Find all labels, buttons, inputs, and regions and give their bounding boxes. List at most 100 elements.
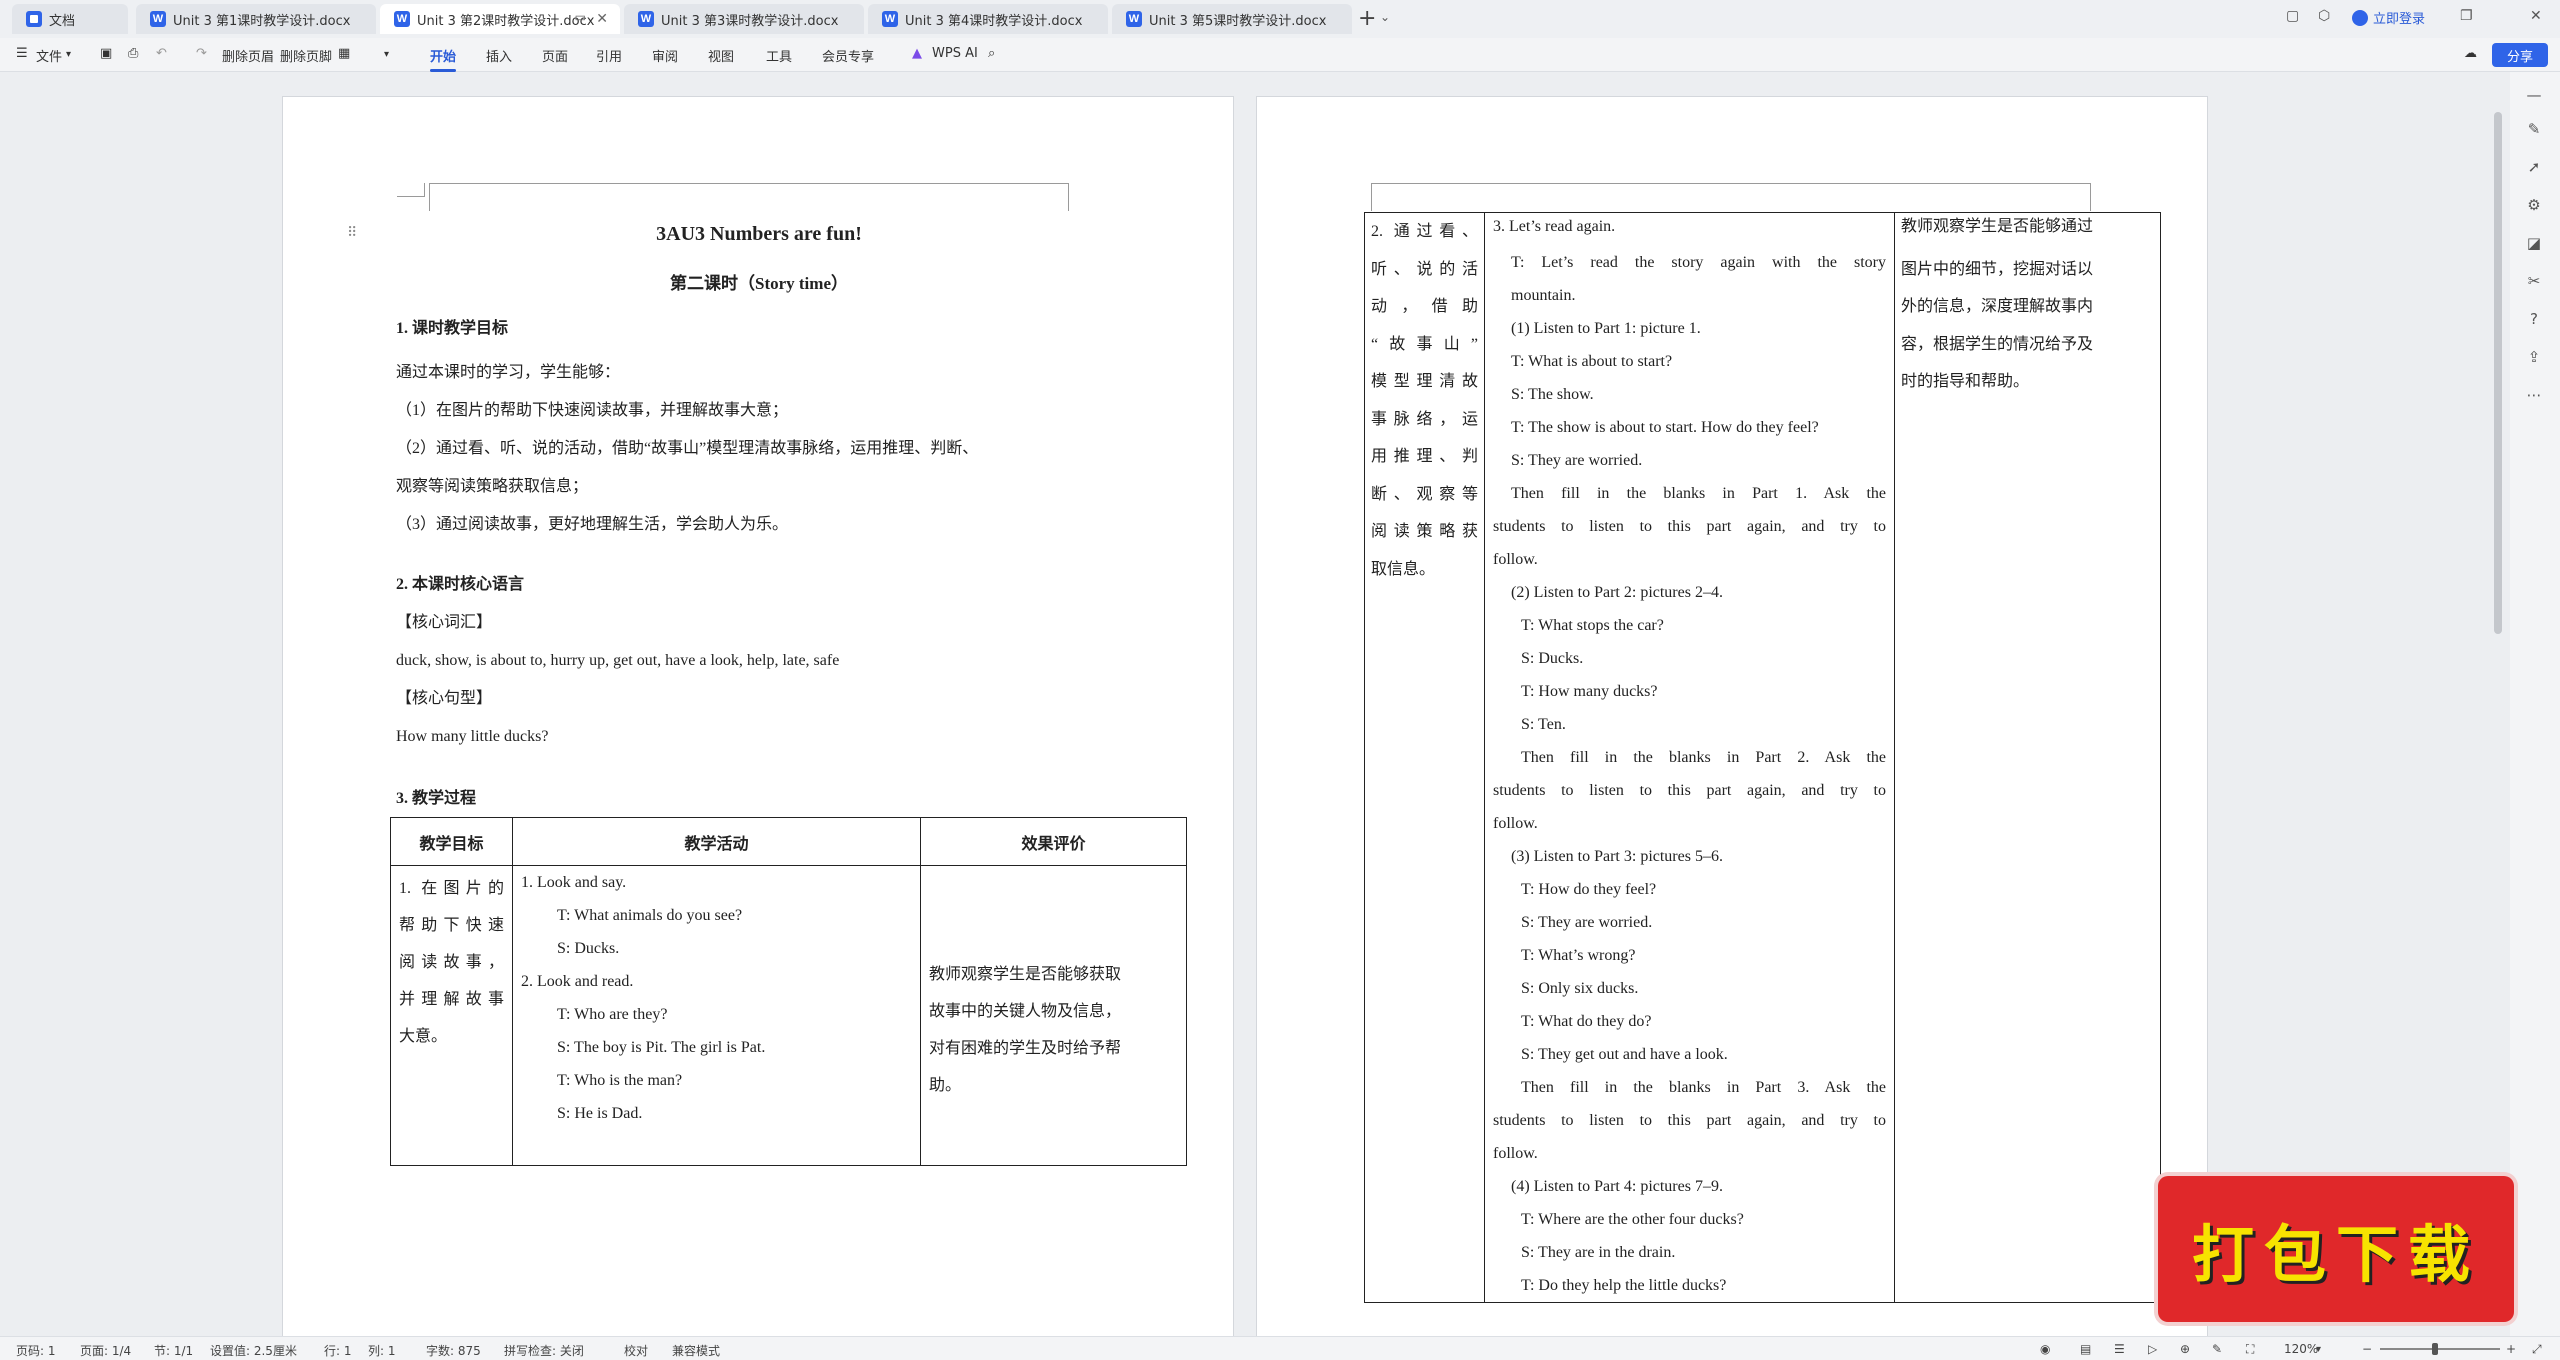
tab-unit3-lesson1[interactable]: W Unit 3 第1课时教学设计.docx [136,4,376,34]
restore-window-icon[interactable]: ❐ [2460,8,2473,24]
palette-icon[interactable]: ◪ [2524,234,2544,254]
tab-review[interactable]: 审阅 [652,46,678,65]
border-icon[interactable]: ▦ [338,46,350,61]
share-doc-icon[interactable]: ⇪ [2524,348,2544,368]
eye-protection-icon[interactable]: ◉ [2040,1342,2050,1356]
share-button[interactable]: 分享 [2492,43,2548,67]
tab-page[interactable]: 页面 [542,46,568,65]
status-bar: 页码: 1 页面: 1/4 节: 1/1 设置值: 2.5厘米 行: 1 列: … [0,1336,2560,1360]
cloud-icon[interactable]: ☁ [2464,46,2477,61]
menu-icon[interactable]: ☰ [16,46,28,61]
close-window-icon[interactable]: ✕ [2530,8,2542,24]
avatar-icon [2352,9,2368,26]
more-icon[interactable]: ⋯ [2524,386,2544,406]
outline-view-icon[interactable]: ☰ [2114,1342,2125,1356]
zoom-out-button[interactable]: − [2362,1342,2372,1356]
chevron-down-icon[interactable]: ▾ [66,49,71,60]
redo-icon[interactable]: ↷ [196,46,207,61]
new-tab-button[interactable]: + [1358,6,1376,31]
right-sidebar: — ✎ ➚ ⚙ ◪ ✂ ? ⇪ ⋯ [2510,72,2560,1336]
paragraph-line: 通过本课时的学习，学生能够： [396,364,621,381]
help-icon[interactable]: ? [2524,310,2544,330]
status-page-number[interactable]: 页码: 1 [16,1342,56,1359]
zoom-level[interactable]: 120% [2284,1342,2318,1356]
word-icon: W [150,11,166,27]
wps-ai-icon: ▲ [912,46,922,61]
fullscreen-icon[interactable]: ⤢ [2532,1342,2542,1357]
zoom-in-button[interactable]: + [2506,1342,2516,1356]
status-row[interactable]: 行: 1 [324,1342,352,1359]
save-icon[interactable]: ▣ [100,46,112,61]
tab-view[interactable]: 视图 [708,46,734,65]
tab-insert[interactable]: 插入 [486,46,512,65]
section-heading-process: 3. 教学过程 [396,790,477,807]
teaching-process-table: 教学目标 教学活动 效果评价 1. 在图片的 帮助下快速 阅读故事， 并理解故事… [390,817,1187,1166]
word-icon: W [1126,11,1142,27]
wps-ai-button[interactable]: WPS AI [932,46,978,61]
status-pages[interactable]: 页面: 1/4 [80,1342,131,1359]
tab-label: Unit 3 第4课时教学设计.docx [905,13,1083,29]
section-heading-goals: 1. 课时教学目标 [396,320,509,337]
tab-start[interactable]: 开始 [430,46,456,65]
tab-label: Unit 3 第1课时教学设计.docx [173,13,351,29]
tab-label: Unit 3 第5课时教学设计.docx [1149,13,1327,29]
pen-icon[interactable]: ✎ [2524,120,2544,140]
document-page-2[interactable]: 2. 通过看、 听、说的活 动，借助 “故事山” 模型理清故 事脉络，运 用推理… [1256,96,2208,1340]
tab-label: Unit 3 第2课时教学设计.docx [417,13,595,29]
cursor-icon[interactable]: ➚ [2524,158,2544,178]
undo-icon[interactable]: ↶ [156,46,167,61]
web-view-icon[interactable]: ⊕ [2180,1342,2190,1356]
tab-list-chevron-icon[interactable]: ⌄ [1380,10,1390,24]
status-setting[interactable]: 设置值: 2.5厘米 [210,1342,297,1359]
window-layout-icon[interactable]: ▢ [2286,8,2299,24]
file-menu[interactable]: 文件 [36,46,62,65]
table-row: 1. 在图片的 帮助下快速 阅读故事， 并理解故事 大意。 1. Look an… [390,865,1187,1166]
print-icon[interactable]: ⎙ [128,46,138,61]
collapse-icon[interactable]: — [2524,86,2544,106]
skin-icon[interactable]: ⬡ [2318,8,2330,24]
status-spell-check[interactable]: 拼写检查: 关闭 [504,1342,584,1359]
tools-icon[interactable]: ✂ [2524,272,2544,292]
active-tab-indicator [430,69,456,72]
tab-reference[interactable]: 引用 [596,46,622,65]
teaching-process-table-continued: 2. 通过看、 听、说的活 动，借助 “故事山” 模型理清故 事脉络，运 用推理… [1364,212,2161,1303]
tab-home[interactable]: 文档 [12,4,128,34]
close-tab-icon[interactable]: ✕ [596,11,608,27]
tab-unit3-lesson5[interactable]: W Unit 3 第5课时教学设计.docx [1112,4,1352,34]
tab-member[interactable]: 会员专享 [822,46,874,65]
status-proofread[interactable]: 校对 [624,1342,648,1359]
status-section[interactable]: 节: 1/1 [154,1342,193,1359]
word-icon: W [638,11,654,27]
search-icon[interactable]: ⌕ [988,46,995,61]
table-header-cell: 教学活动 [512,817,921,866]
status-col[interactable]: 列: 1 [368,1342,396,1359]
adjust-icon[interactable]: ⚙ [2524,196,2544,216]
evaluation-cell: 教师观察学生是否能够通过 图片中的细节，挖掘对话以 外的信息，深度理解故事内 容… [1894,212,2161,1303]
chevron-down-icon[interactable]: ▾ [384,49,389,60]
tab-unit3-lesson2[interactable]: W Unit 3 第2课时教学设计.docx ▭ ✕ [380,4,620,34]
fit-page-icon[interactable]: ⛶ [2246,1342,2254,1357]
delete-footer-button[interactable]: 删除页脚 [280,46,332,65]
login-button[interactable]: 立即登录 [2352,8,2425,27]
tab-label: Unit 3 第3课时教学设计.docx [661,13,839,29]
table-header-cell: 效果评价 [920,817,1187,866]
status-word-count[interactable]: 字数: 875 [426,1342,481,1359]
zoom-chevron-icon[interactable]: ▾ [2316,1344,2321,1355]
edit-view-icon[interactable]: ✎ [2212,1342,2222,1356]
paragraph-line: 观察等阅读策略获取信息； [396,478,589,495]
zoom-slider-track[interactable] [2380,1348,2500,1350]
zoom-slider-handle[interactable] [2432,1343,2438,1355]
tab-unit3-lesson3[interactable]: W Unit 3 第3课时教学设计.docx [624,4,864,34]
word-icon: W [882,11,898,27]
page-view-icon[interactable]: ▤ [2080,1342,2091,1356]
vertical-scrollbar[interactable] [2494,112,2502,634]
delete-header-button[interactable]: 删除页眉 [222,46,274,65]
document-title: 3AU3 Numbers are fun! [656,223,862,245]
header-area [429,183,1069,211]
tab-tools[interactable]: 工具 [766,46,792,65]
download-badge[interactable]: 打包下载 [2158,1176,2514,1322]
document-home-icon [26,11,42,27]
tab-unit3-lesson4[interactable]: W Unit 3 第4课时教学设计.docx [868,4,1108,34]
play-icon[interactable]: ▷ [2148,1342,2157,1356]
document-page-1[interactable]: ⠿ 3AU3 Numbers are fun! 第二课时（Story time）… [282,96,1234,1340]
